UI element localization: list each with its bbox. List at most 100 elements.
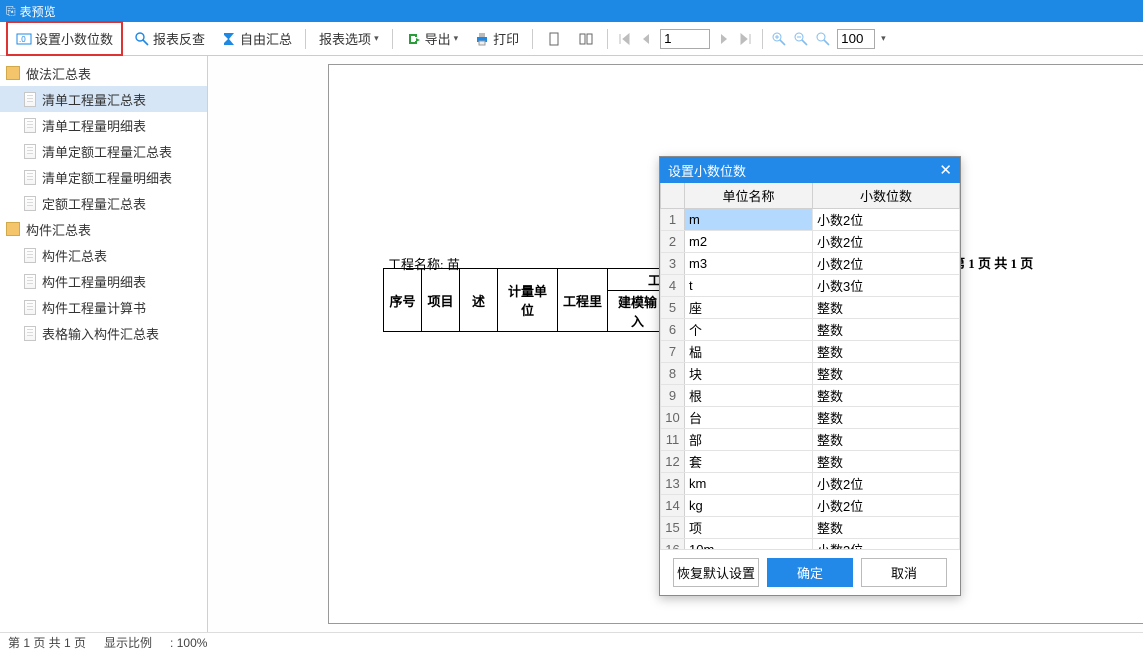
sidebar-item[interactable]: 构件工程量明细表 <box>0 268 207 294</box>
decimal-row[interactable]: 5座整数 <box>661 297 960 319</box>
decimal-row[interactable]: 1610m小数3位 <box>661 539 960 550</box>
dialog-title-bar[interactable]: 设置小数位数 ✕ <box>660 157 960 183</box>
ok-button[interactable]: 确定 <box>767 558 853 587</box>
export-button[interactable]: 导出 ▾ <box>401 25 464 52</box>
separator <box>532 29 533 49</box>
unit-cell[interactable]: kg <box>685 495 813 517</box>
decimal-row[interactable]: 15项整数 <box>661 517 960 539</box>
decimal-row[interactable]: 7榀整数 <box>661 341 960 363</box>
decimal-row[interactable]: 12套整数 <box>661 451 960 473</box>
decimal-cell[interactable]: 整数 <box>813 517 960 539</box>
sidebar-item[interactable]: 定额工程量汇总表 <box>0 190 207 216</box>
report-recheck-button[interactable]: 报表反查 <box>129 25 210 52</box>
row-number: 1 <box>661 209 685 231</box>
free-summary-button[interactable]: 自由汇总 <box>216 25 297 52</box>
decimal-cell[interactable]: 小数2位 <box>813 495 960 517</box>
decimal-cell[interactable]: 整数 <box>813 363 960 385</box>
unit-cell[interactable]: 榀 <box>685 341 813 363</box>
unit-cell[interactable]: km <box>685 473 813 495</box>
unit-cell[interactable]: 根 <box>685 385 813 407</box>
page-number-input[interactable] <box>660 29 710 49</box>
dialog-grid-scroll[interactable]: 单位名称 小数位数 1m小数2位2m2小数2位3m3小数2位4t小数3位5座整数… <box>660 183 960 549</box>
decimal-cell[interactable]: 整数 <box>813 341 960 363</box>
sidebar-item[interactable]: 表格输入构件汇总表 <box>0 320 207 346</box>
decimal-cell[interactable]: 整数 <box>813 319 960 341</box>
decimal-cell[interactable]: 整数 <box>813 297 960 319</box>
page-info-label: 第 1 页 共 1 页 <box>952 253 1033 272</box>
next-page-button[interactable] <box>716 31 732 47</box>
zoom-in-button[interactable] <box>771 31 787 47</box>
unit-cell[interactable]: 座 <box>685 297 813 319</box>
sidebar-item[interactable]: 清单定额工程量汇总表 <box>0 138 207 164</box>
sigma-icon <box>221 31 237 47</box>
decimal-cell[interactable]: 小数2位 <box>813 473 960 495</box>
dropdown-icon[interactable]: ▾ <box>881 33 886 44</box>
restore-defaults-button[interactable]: 恢复默认设置 <box>673 558 759 587</box>
sidebar-item[interactable]: 构件工程量计算书 <box>0 294 207 320</box>
print-button[interactable]: 打印 <box>469 25 524 52</box>
single-page-view-button[interactable] <box>541 27 567 51</box>
set-decimal-label: 设置小数位数 <box>35 29 113 48</box>
decimal-row[interactable]: 4t小数3位 <box>661 275 960 297</box>
decimal-row[interactable]: 8块整数 <box>661 363 960 385</box>
decimal-row[interactable]: 6个整数 <box>661 319 960 341</box>
decimal-cell[interactable]: 小数3位 <box>813 275 960 297</box>
report-options-label: 报表选项 <box>319 29 371 48</box>
sidebar-item[interactable]: 清单工程量明细表 <box>0 112 207 138</box>
decimal-row[interactable]: 13km小数2位 <box>661 473 960 495</box>
decimal-row[interactable]: 11部整数 <box>661 429 960 451</box>
decimal-cell[interactable]: 小数2位 <box>813 209 960 231</box>
sidebar-item[interactable]: 清单工程量汇总表 <box>0 86 207 112</box>
sidebar-folder[interactable]: 做法汇总表 <box>0 60 207 86</box>
double-page-icon <box>578 31 594 47</box>
folder-icon <box>6 66 20 80</box>
file-icon <box>24 92 36 107</box>
sidebar-item[interactable]: 清单定额工程量明细表 <box>0 164 207 190</box>
first-page-button[interactable] <box>616 31 632 47</box>
unit-cell[interactable]: m <box>685 209 813 231</box>
decimal-cell[interactable]: 整数 <box>813 407 960 429</box>
unit-cell[interactable]: m2 <box>685 231 813 253</box>
zoom-out-button[interactable] <box>793 31 809 47</box>
decimal-cell[interactable]: 整数 <box>813 385 960 407</box>
highlighted-toolbar-region: .0 设置小数位数 <box>6 21 123 56</box>
row-number: 6 <box>661 319 685 341</box>
unit-cell[interactable]: 套 <box>685 451 813 473</box>
unit-cell[interactable]: t <box>685 275 813 297</box>
decimal-cell[interactable]: 小数2位 <box>813 253 960 275</box>
unit-cell[interactable]: 个 <box>685 319 813 341</box>
report-options-button[interactable]: 报表选项 ▾ <box>314 25 384 52</box>
unit-cell[interactable]: m3 <box>685 253 813 275</box>
set-decimal-button[interactable]: .0 设置小数位数 <box>11 25 118 52</box>
row-number: 8 <box>661 363 685 385</box>
unit-cell[interactable]: 10m <box>685 539 813 550</box>
toolbar: .0 设置小数位数 报表反查 自由汇总 报表选项 ▾ 导出 ▾ 打印 <box>0 22 1143 56</box>
decimal-row[interactable]: 10台整数 <box>661 407 960 429</box>
close-icon[interactable]: ✕ <box>939 161 952 179</box>
double-page-view-button[interactable] <box>573 27 599 51</box>
row-number: 7 <box>661 341 685 363</box>
unit-cell[interactable]: 项 <box>685 517 813 539</box>
file-icon <box>24 248 36 263</box>
decimal-row[interactable]: 3m3小数2位 <box>661 253 960 275</box>
unit-cell[interactable]: 部 <box>685 429 813 451</box>
prev-page-button[interactable] <box>638 31 654 47</box>
last-page-button[interactable] <box>738 31 754 47</box>
zoom-input[interactable] <box>837 29 875 49</box>
decimal-row[interactable]: 14kg小数2位 <box>661 495 960 517</box>
decimal-row[interactable]: 1m小数2位 <box>661 209 960 231</box>
cancel-button[interactable]: 取消 <box>861 558 947 587</box>
decimal-row[interactable]: 2m2小数2位 <box>661 231 960 253</box>
decimal-cell[interactable]: 小数3位 <box>813 539 960 550</box>
sidebar-folder[interactable]: 构件汇总表 <box>0 216 207 242</box>
zoom-fit-button[interactable] <box>815 31 831 47</box>
decimal-row[interactable]: 9根整数 <box>661 385 960 407</box>
unit-cell[interactable]: 块 <box>685 363 813 385</box>
decimal-cell[interactable]: 小数2位 <box>813 231 960 253</box>
decimal-cell[interactable]: 整数 <box>813 451 960 473</box>
decimal-cell[interactable]: 整数 <box>813 429 960 451</box>
sidebar-item[interactable]: 构件汇总表 <box>0 242 207 268</box>
unit-cell[interactable]: 台 <box>685 407 813 429</box>
file-icon <box>24 118 36 133</box>
report-recheck-label: 报表反查 <box>153 29 205 48</box>
